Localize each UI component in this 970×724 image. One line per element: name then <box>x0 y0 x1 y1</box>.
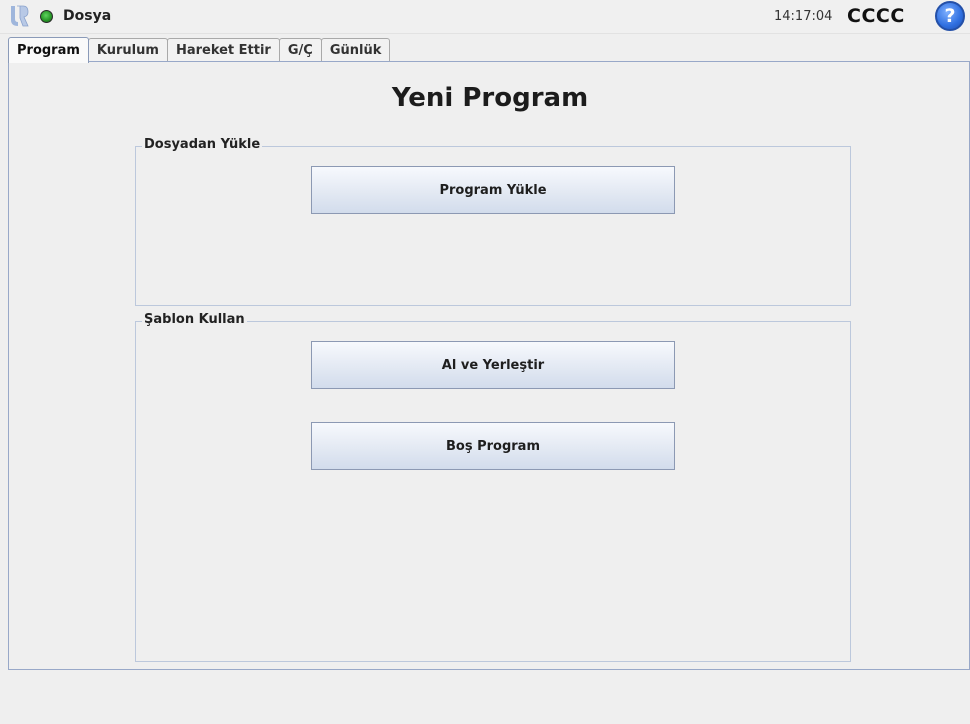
file-menu[interactable]: Dosya <box>63 8 111 24</box>
ur-logo-icon <box>11 5 29 27</box>
use-template-group: Şablon Kullan Al ve Yerleştir Boş Progra… <box>135 312 851 662</box>
empty-program-button[interactable]: Boş Program <box>311 422 675 470</box>
tab-log[interactable]: Günlük <box>320 38 391 62</box>
tab-bar: Program Kurulum Hareket Ettir G/Ç Günlük <box>8 37 391 63</box>
robot-name: CCCC <box>847 5 905 27</box>
page-title: Yeni Program <box>391 83 589 113</box>
tab-program[interactable]: Program <box>8 37 89 63</box>
footer-area <box>0 670 970 724</box>
load-from-file-group: Dosyadan Yükle Program Yükle <box>135 137 851 306</box>
tab-move[interactable]: Hareket Ettir <box>166 38 280 62</box>
clock: 14:17:04 <box>774 9 833 24</box>
use-template-label: Şablon Kullan <box>142 312 247 327</box>
status-indicator-icon <box>40 10 53 23</box>
title-bar: Dosya 14:17:04 CCCC ? <box>0 0 970 34</box>
load-from-file-label: Dosyadan Yükle <box>142 137 263 152</box>
load-program-button[interactable]: Program Yükle <box>311 166 675 214</box>
tab-installation[interactable]: Kurulum <box>87 38 168 62</box>
help-icon[interactable]: ? <box>935 1 965 31</box>
pick-and-place-button[interactable]: Al ve Yerleştir <box>311 341 675 389</box>
program-panel: Yeni Program Dosyadan Yükle Program Yükl… <box>8 61 970 670</box>
tab-io[interactable]: G/Ç <box>278 38 322 62</box>
